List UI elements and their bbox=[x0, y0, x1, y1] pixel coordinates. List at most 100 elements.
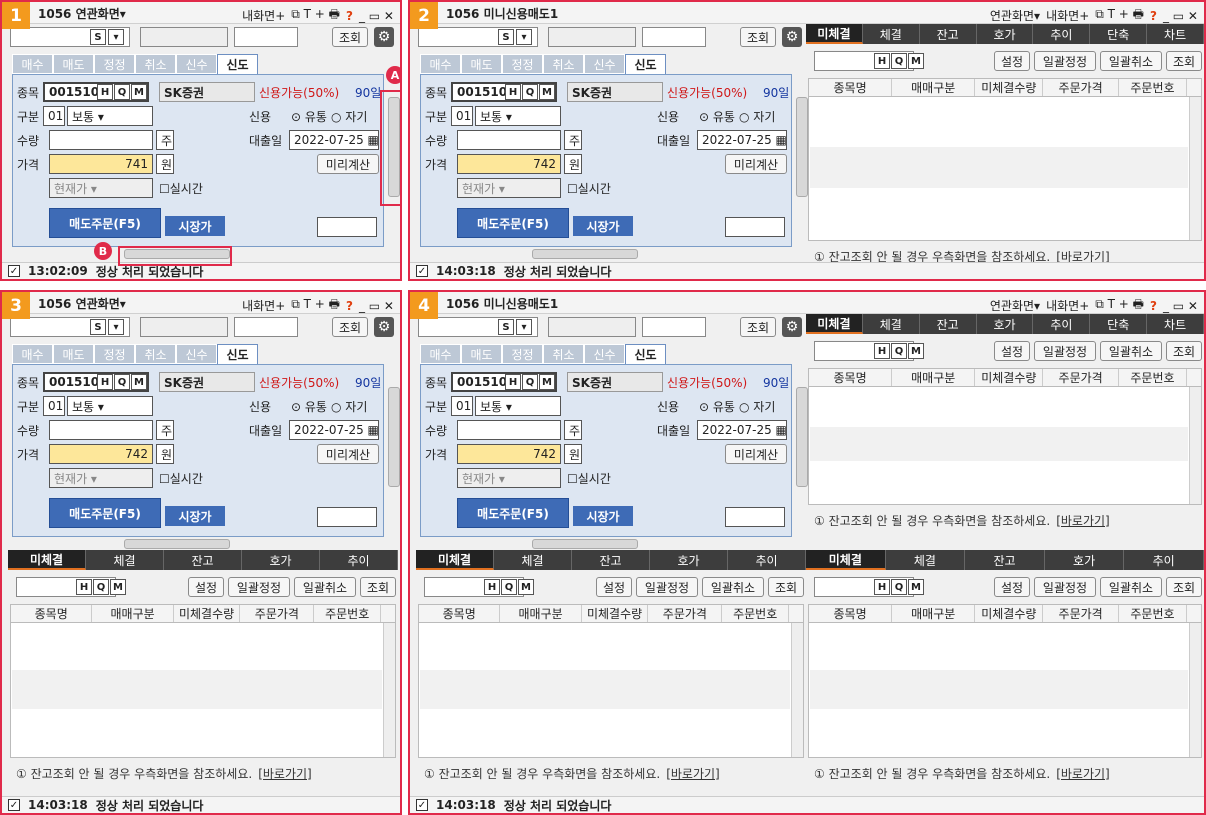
side-m-button[interactable]: M bbox=[908, 343, 924, 359]
side-tab-2[interactable]: 체결 bbox=[494, 550, 572, 570]
sell-order-button[interactable]: 매도주문(F5) bbox=[457, 498, 569, 528]
price-field[interactable]: 742 bbox=[457, 154, 561, 174]
loan-date-field[interactable]: 2022-07-25 ▦ bbox=[697, 420, 787, 440]
tab-2[interactable]: 매도 bbox=[461, 344, 502, 364]
radio-self[interactable]: ○ 자기 bbox=[331, 398, 367, 415]
toolbar-icons[interactable]: ⧉ T + 🖶 bbox=[291, 295, 340, 316]
help-icon[interactable]: ? bbox=[346, 299, 353, 313]
price-type-select[interactable]: 현재가 ▾ bbox=[49, 178, 153, 198]
bulk-edit-button[interactable]: 일괄정정 bbox=[1034, 577, 1096, 597]
col-header-5[interactable]: 주문번호 bbox=[1119, 369, 1187, 386]
side-tab-5[interactable]: 추이 bbox=[320, 550, 398, 570]
radio-self[interactable]: ○ 자기 bbox=[331, 108, 367, 125]
bulk-cancel-button[interactable]: 일괄취소 bbox=[294, 577, 356, 597]
side-tab-2[interactable]: 체결 bbox=[86, 550, 164, 570]
gear-icon[interactable]: ⚙ bbox=[374, 317, 394, 337]
shortcut-link[interactable]: [바로가기] bbox=[666, 767, 720, 781]
dropdown-icon[interactable]: ▾ bbox=[516, 29, 532, 45]
sell-order-button[interactable]: 매도주문(F5) bbox=[49, 498, 161, 528]
stock-btn_m-button[interactable]: M bbox=[131, 374, 147, 390]
side-tab-3[interactable]: 잔고 bbox=[572, 550, 650, 570]
side-m-button[interactable]: M bbox=[110, 579, 126, 595]
tab-6[interactable]: 신도 bbox=[217, 344, 258, 364]
side-tab-3[interactable]: 잔고 bbox=[965, 550, 1045, 570]
price-type-select[interactable]: 현재가 ▾ bbox=[457, 178, 561, 198]
tab-3[interactable]: 정정 bbox=[94, 54, 135, 74]
side-collapse-handle[interactable] bbox=[796, 387, 808, 487]
help-icon[interactable]: ? bbox=[346, 9, 353, 23]
bulk-edit-button[interactable]: 일괄정정 bbox=[636, 577, 698, 597]
side-collapse-handle[interactable] bbox=[796, 97, 808, 197]
side-tab-5[interactable]: 추이 bbox=[1033, 314, 1091, 334]
market-price-button[interactable]: 시장가 bbox=[165, 506, 225, 526]
my-screen-menu[interactable]: 내화면+ bbox=[1046, 297, 1089, 314]
precalc-button[interactable]: 미리계산 bbox=[317, 444, 379, 464]
side-q-button[interactable]: Q bbox=[93, 579, 109, 595]
my-screen-menu[interactable]: 내화면+ bbox=[242, 7, 285, 24]
col-header-1[interactable]: 종목명 bbox=[419, 605, 501, 622]
related-menu[interactable]: 연관화면▾ bbox=[990, 7, 1040, 24]
tab-2[interactable]: 매도 bbox=[53, 54, 94, 74]
tab-5[interactable]: 신수 bbox=[584, 54, 625, 74]
side-search-button[interactable]: 조회 bbox=[1166, 341, 1202, 361]
shortcut-link[interactable]: [바로가기] bbox=[1056, 514, 1110, 528]
side-tab-7[interactable]: 차트 bbox=[1147, 314, 1204, 334]
tab-4[interactable]: 취소 bbox=[543, 54, 584, 74]
stock-btn_m-button[interactable]: M bbox=[539, 84, 555, 100]
side-tab-1[interactable]: 미체결 bbox=[806, 550, 886, 570]
col-header-3[interactable]: 미체결수량 bbox=[975, 369, 1044, 386]
gear-icon[interactable]: ⚙ bbox=[782, 27, 802, 47]
loan-date-field[interactable]: 2022-07-25 ▦ bbox=[289, 420, 379, 440]
col-header-5[interactable]: 주문번호 bbox=[314, 605, 381, 622]
radio-circulate[interactable]: ⊙ 유통 bbox=[699, 398, 735, 415]
side-tab-3[interactable]: 잔고 bbox=[920, 24, 977, 44]
query-button[interactable]: 조회 bbox=[332, 27, 368, 47]
col-header-5[interactable]: 주문번호 bbox=[1119, 79, 1187, 96]
side-search-button[interactable]: 조회 bbox=[768, 577, 804, 597]
col-header-3[interactable]: 미체결수량 bbox=[582, 605, 649, 622]
type-code[interactable]: 01 bbox=[451, 106, 473, 126]
precalc-button[interactable]: 미리계산 bbox=[725, 444, 787, 464]
loan-date-field[interactable]: 2022-07-25 ▦ bbox=[697, 130, 787, 150]
stock-btn_h-button[interactable]: H bbox=[505, 374, 521, 390]
side-tab-6[interactable]: 단축 bbox=[1090, 314, 1148, 334]
stock-btn_q-button[interactable]: Q bbox=[522, 374, 538, 390]
col-header-4[interactable]: 주문가격 bbox=[1043, 369, 1119, 386]
bulk-cancel-button[interactable]: 일괄취소 bbox=[1100, 341, 1162, 361]
expand-handle[interactable] bbox=[532, 539, 638, 549]
col-header-3[interactable]: 미체결수량 bbox=[975, 79, 1044, 96]
side-tab-4[interactable]: 호가 bbox=[242, 550, 320, 570]
col-header-2[interactable]: 매매구분 bbox=[500, 605, 582, 622]
side-q-button[interactable]: Q bbox=[501, 579, 517, 595]
help-icon[interactable]: ? bbox=[1150, 299, 1157, 313]
col-header-1[interactable]: 종목명 bbox=[809, 79, 893, 96]
s-button[interactable]: S bbox=[90, 319, 106, 335]
realtime-checkbox[interactable]: ☐실시간 bbox=[159, 470, 203, 487]
precalc-button[interactable]: 미리계산 bbox=[725, 154, 787, 174]
side-tab-2[interactable]: 체결 bbox=[863, 24, 920, 44]
col-header-5[interactable]: 주문번호 bbox=[1119, 605, 1187, 622]
side-q-button[interactable]: Q bbox=[891, 53, 907, 69]
password-input[interactable] bbox=[642, 27, 706, 47]
stock-btn_q-button[interactable]: Q bbox=[114, 84, 130, 100]
col-header-3[interactable]: 미체결수량 bbox=[975, 605, 1044, 622]
toolbar-icons[interactable]: ⧉ T + 🖶 bbox=[291, 5, 340, 26]
bulk-edit-button[interactable]: 일괄정정 bbox=[1034, 341, 1096, 361]
precalc-button[interactable]: 미리계산 bbox=[317, 154, 379, 174]
side-m-button[interactable]: M bbox=[908, 579, 924, 595]
side-tab-3[interactable]: 잔고 bbox=[164, 550, 242, 570]
status-checkbox[interactable]: ✓ bbox=[8, 265, 20, 277]
side-h-button[interactable]: H bbox=[484, 579, 500, 595]
market-price-button[interactable]: 시장가 bbox=[165, 216, 225, 236]
tab-6[interactable]: 신도 bbox=[217, 54, 258, 74]
side-collapse-handle[interactable] bbox=[388, 387, 400, 487]
side-h-button[interactable]: H bbox=[874, 579, 890, 595]
side-setting-button[interactable]: 설정 bbox=[994, 577, 1030, 597]
expand-handle[interactable] bbox=[124, 539, 230, 549]
radio-self[interactable]: ○ 자기 bbox=[739, 398, 775, 415]
type-code[interactable]: 01 bbox=[451, 396, 473, 416]
window-controls-icon[interactable]: _ ▭ ✕ bbox=[1163, 299, 1198, 313]
qty-field[interactable] bbox=[457, 420, 561, 440]
dropdown-icon[interactable]: ▾ bbox=[516, 319, 532, 335]
tab-3[interactable]: 정정 bbox=[94, 344, 135, 364]
